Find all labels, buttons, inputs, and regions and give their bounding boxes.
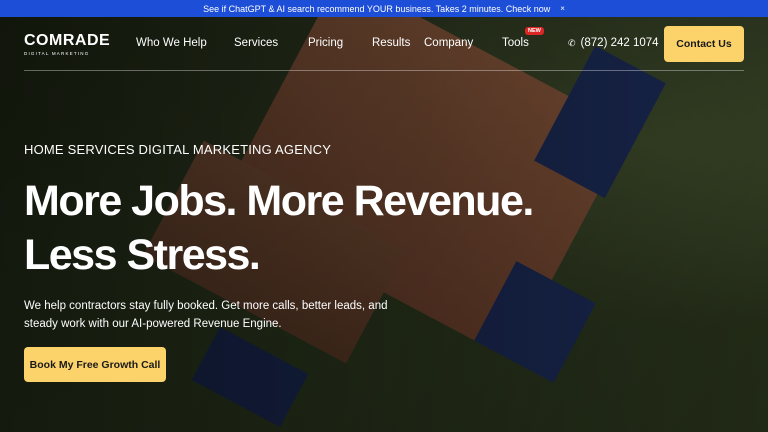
announcement-text[interactable]: See if ChatGPT & AI search recommend YOU…: [203, 4, 550, 14]
contact-us-button[interactable]: Contact Us: [664, 26, 744, 62]
hero-headline: More Jobs. More Revenue. Less Stress.: [24, 174, 534, 282]
nav-item-results[interactable]: Results: [372, 37, 410, 49]
headline-line-2: Less Stress.: [24, 231, 261, 279]
headline-line-1: More Jobs. More Revenue.: [24, 177, 534, 225]
phone-icon: ✆: [568, 37, 576, 48]
nav-item-services[interactable]: Services: [234, 37, 278, 49]
nav-item-tools[interactable]: Tools: [502, 37, 529, 49]
phone-link[interactable]: ✆ (872) 242 1074: [568, 37, 659, 49]
nav-divider: [24, 70, 744, 71]
announcement-bar[interactable]: See if ChatGPT & AI search recommend YOU…: [0, 0, 768, 17]
hero-eyebrow: HOME SERVICES DIGITAL MARKETING AGENCY: [24, 142, 332, 157]
brand-logo[interactable]: COMRADE DIGITAL MARKETING: [24, 32, 110, 56]
close-icon[interactable]: ×: [560, 4, 565, 13]
nav-item-pricing[interactable]: Pricing: [308, 37, 343, 49]
nav-item-company[interactable]: Company: [424, 37, 473, 49]
nav-item-who-we-help[interactable]: Who We Help: [136, 37, 207, 49]
brand-tagline: DIGITAL MARKETING: [24, 51, 90, 56]
hero-description: We help contractors stay fully booked. G…: [24, 300, 388, 330]
new-badge: NEW: [525, 27, 544, 35]
phone-number: (872) 242 1074: [580, 37, 659, 49]
brand-name: COMRADE: [24, 32, 111, 49]
book-growth-call-button[interactable]: Book My Free Growth Call: [24, 347, 166, 382]
